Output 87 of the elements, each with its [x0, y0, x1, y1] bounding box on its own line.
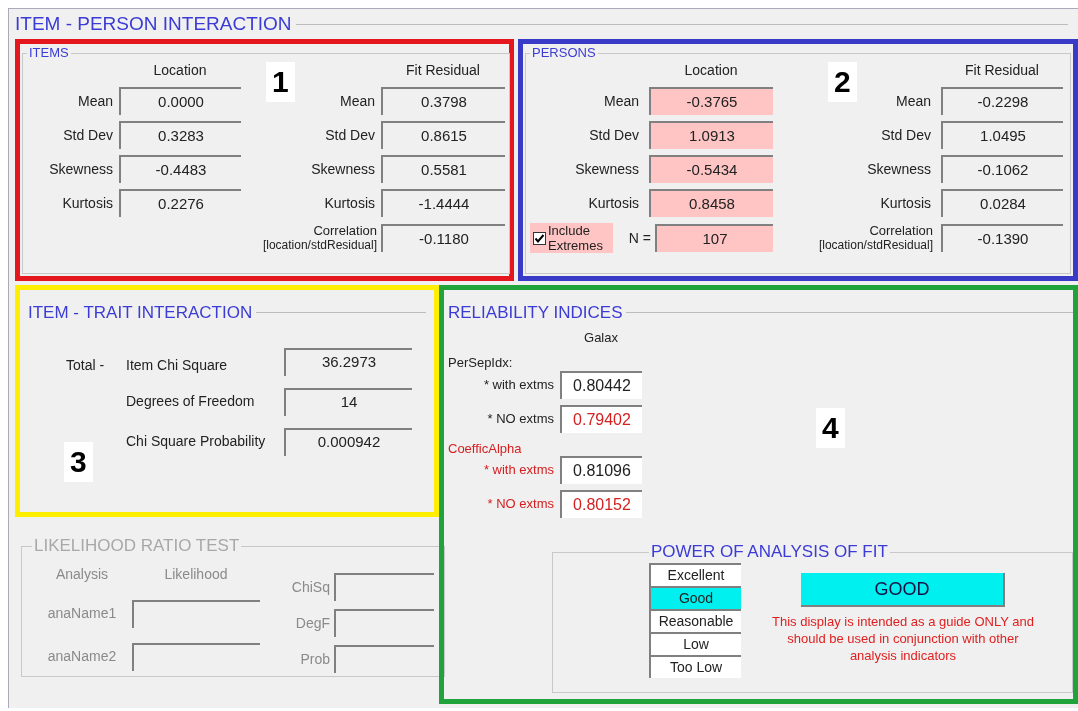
row-label: * NO extms [486, 495, 555, 514]
stat-label: Std Dev [324, 125, 376, 145]
value-field: 1.0913 [649, 121, 773, 149]
stat-label: DegF [294, 613, 330, 633]
stat-label: Skewness [310, 159, 376, 179]
value-field: 0.3283 [119, 121, 241, 149]
section-title: RELIABILITY INDICES [448, 302, 623, 324]
annotation-number: 1 [266, 62, 295, 102]
checkbox[interactable] [533, 231, 546, 245]
stat-label: Mean [76, 91, 114, 111]
value-field: 0.79402 [560, 404, 642, 433]
window-title: ITEM - PERSON INTERACTION [15, 11, 292, 36]
stat-label: Std Dev [62, 125, 114, 145]
row-label: * with extms [482, 461, 555, 480]
stat-label: Mean [602, 91, 640, 111]
value-field: 0.8458 [649, 189, 773, 217]
value-field: -0.1180 [381, 224, 505, 252]
stat-label: Skewness [574, 159, 640, 179]
value-field: 0.3798 [381, 87, 505, 115]
column-header: Fit Residual [964, 61, 1040, 80]
include-extremes-checkbox[interactable]: Include Extremes [530, 223, 613, 253]
column-header: Fit Residual [405, 61, 481, 80]
level-option[interactable]: Low [649, 632, 741, 655]
result-indicator: GOOD [801, 573, 1005, 607]
stat-label: Std Dev [588, 125, 640, 145]
annotation-number: 3 [64, 442, 93, 482]
value-field: -0.5434 [649, 155, 773, 183]
group-label: PerSepIdx: [448, 354, 514, 372]
value-field: 0.80442 [560, 370, 642, 399]
stat-label: Mean [338, 91, 376, 111]
section-title: ITEM - TRAIT INTERACTION [28, 302, 253, 324]
value-field: 0.5581 [381, 155, 505, 183]
row-label: * with extms [482, 375, 555, 394]
value-field: 0.0000 [119, 87, 241, 115]
level-option[interactable]: Good [649, 586, 741, 609]
value-field: 1.0495 [941, 121, 1063, 149]
value-field: 36.2973 [284, 347, 412, 376]
row-label: Item Chi Square [126, 355, 229, 375]
value-field: 0.80152 [560, 490, 642, 518]
stat-label: Skewness [866, 159, 932, 179]
value-field: -0.1390 [941, 224, 1063, 252]
row-label: * NO extms [486, 409, 555, 428]
stat-label: Std Dev [880, 125, 932, 145]
stat-label: Kurtosis [323, 193, 376, 213]
annotation-number: 4 [816, 408, 845, 448]
level-option[interactable]: Excellent [649, 563, 741, 586]
stat-label: ChiSq [290, 577, 330, 597]
correlation-label: Correlation [location/stdResidual] [261, 223, 378, 253]
stat-label: Prob [299, 649, 330, 669]
value-field: 107 [655, 224, 773, 252]
level-option[interactable]: Reasonable [649, 609, 741, 632]
column-header: Location [152, 61, 208, 80]
value-field: 14 [284, 387, 412, 416]
correlation-label: Correlation [location/stdResidual] [817, 223, 934, 253]
stat-label: Mean [894, 91, 932, 111]
analysis-label: anaName1 [46, 604, 118, 623]
analysis-label: anaName2 [46, 647, 118, 666]
row-label: Degrees of Freedom [126, 392, 256, 411]
stat-label: Kurtosis [61, 193, 114, 213]
value-field: 0.81096 [560, 456, 642, 484]
annotation-number: 2 [828, 62, 857, 102]
value-field: -0.1062 [941, 155, 1063, 183]
value-field: -1.4444 [381, 189, 505, 217]
group-title: LIKELIHOOD RATIO TEST [33, 537, 241, 555]
group-title: PERSONS [531, 46, 597, 60]
column-header: Likelihood [163, 564, 229, 584]
guide-note: This display is intended as a guide ONLY and should be used in conjunction with other analysis indicators [771, 613, 1035, 664]
group-label: CoefficAlpha [448, 439, 523, 458]
level-option[interactable]: Too Low [649, 655, 741, 678]
row-label: Chi Square Probability [126, 432, 267, 451]
value-field: 0.000942 [284, 427, 412, 456]
stat-label: Kurtosis [587, 193, 640, 213]
column-header: Analysis [54, 564, 110, 584]
value-field: 0.8615 [381, 121, 505, 149]
value-field: -0.2298 [941, 87, 1063, 115]
n-label: N = [628, 228, 651, 248]
value-field: -0.3765 [649, 87, 773, 115]
total-label: Total - [66, 355, 106, 375]
value-field: 0.2276 [119, 189, 241, 217]
group-title: ITEMS [28, 46, 70, 60]
stat-label: Skewness [48, 159, 114, 179]
value-field: 0.0284 [941, 189, 1063, 217]
stat-label: Kurtosis [879, 193, 932, 213]
column-header: Location [683, 61, 739, 80]
value-field: -0.4483 [119, 155, 241, 183]
group-title: POWER OF ANALYSIS OF FIT [650, 543, 889, 561]
column-header: Galax [583, 328, 619, 347]
